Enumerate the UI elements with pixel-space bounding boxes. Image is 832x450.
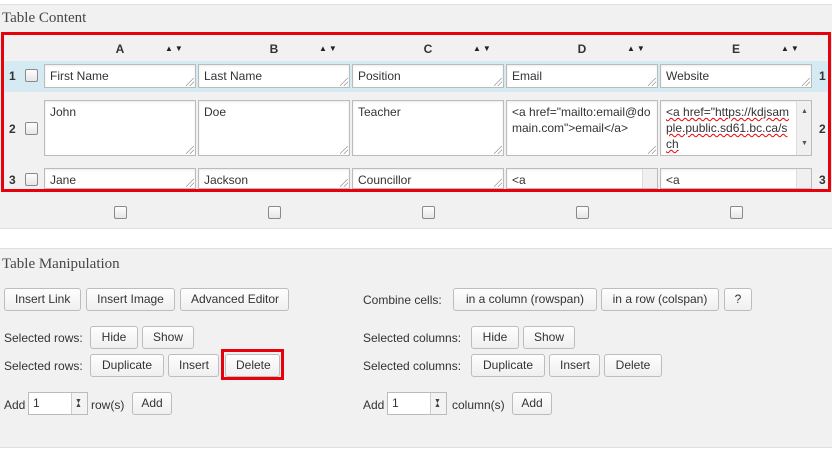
delete-rows-button[interactable]: Delete (225, 354, 280, 377)
table-content-title: Table Content (2, 10, 87, 26)
hide-rows-button[interactable]: Hide (90, 326, 138, 349)
add-rows-label: Add (4, 398, 26, 412)
column-select-checkbox[interactable] (114, 206, 127, 219)
rows-suffix-label: row(s) (91, 398, 125, 412)
stepper-down-icon[interactable]: ▼ (75, 391, 82, 412)
table-manipulation-title: Table Manipulation (2, 256, 120, 272)
insert-columns-button[interactable]: Insert (549, 354, 600, 377)
column-select-checkbox[interactable] (576, 206, 589, 219)
add-columns-label: Add (363, 398, 385, 412)
selected-rows-label: Selected rows: (4, 331, 83, 345)
show-rows-button[interactable]: Show (142, 326, 194, 349)
selected-columns-label: Selected columns: (363, 359, 462, 373)
stepper-down-icon[interactable]: ▼ (434, 391, 441, 412)
combine-rowspan-button[interactable]: in a column (rowspan) (453, 288, 597, 311)
add-rows-stepper[interactable]: 1 ▲ ▼ (28, 392, 88, 415)
column-select-checkbox[interactable] (268, 206, 281, 219)
duplicate-rows-button[interactable]: Duplicate (90, 354, 164, 377)
column-select-checkbox[interactable] (422, 206, 435, 219)
selected-rows-label: Selected rows: (4, 359, 83, 373)
add-rows-button[interactable]: Add (132, 392, 172, 415)
combine-colspan-button[interactable]: in a row (colspan) (601, 288, 719, 311)
hide-columns-button[interactable]: Hide (471, 326, 519, 349)
column-select-checkbox[interactable] (730, 206, 743, 219)
delete-columns-button[interactable]: Delete (604, 354, 662, 377)
columns-suffix-label: column(s) (452, 398, 505, 412)
add-columns-stepper[interactable]: 1 ▲ ▼ (387, 392, 447, 415)
add-columns-button[interactable]: Add (512, 392, 552, 415)
show-columns-button[interactable]: Show (523, 326, 575, 349)
combine-cells-label: Combine cells: (363, 293, 442, 307)
selected-columns-label: Selected columns: (363, 331, 462, 345)
table-highlight-outline (1, 32, 831, 192)
duplicate-columns-button[interactable]: Duplicate (471, 354, 545, 377)
advanced-editor-button[interactable]: Advanced Editor (180, 288, 289, 311)
help-button[interactable]: ? (724, 288, 752, 311)
insert-image-button[interactable]: Insert Image (86, 288, 175, 311)
insert-link-button[interactable]: Insert Link (4, 288, 81, 311)
insert-rows-button[interactable]: Insert (168, 354, 219, 377)
